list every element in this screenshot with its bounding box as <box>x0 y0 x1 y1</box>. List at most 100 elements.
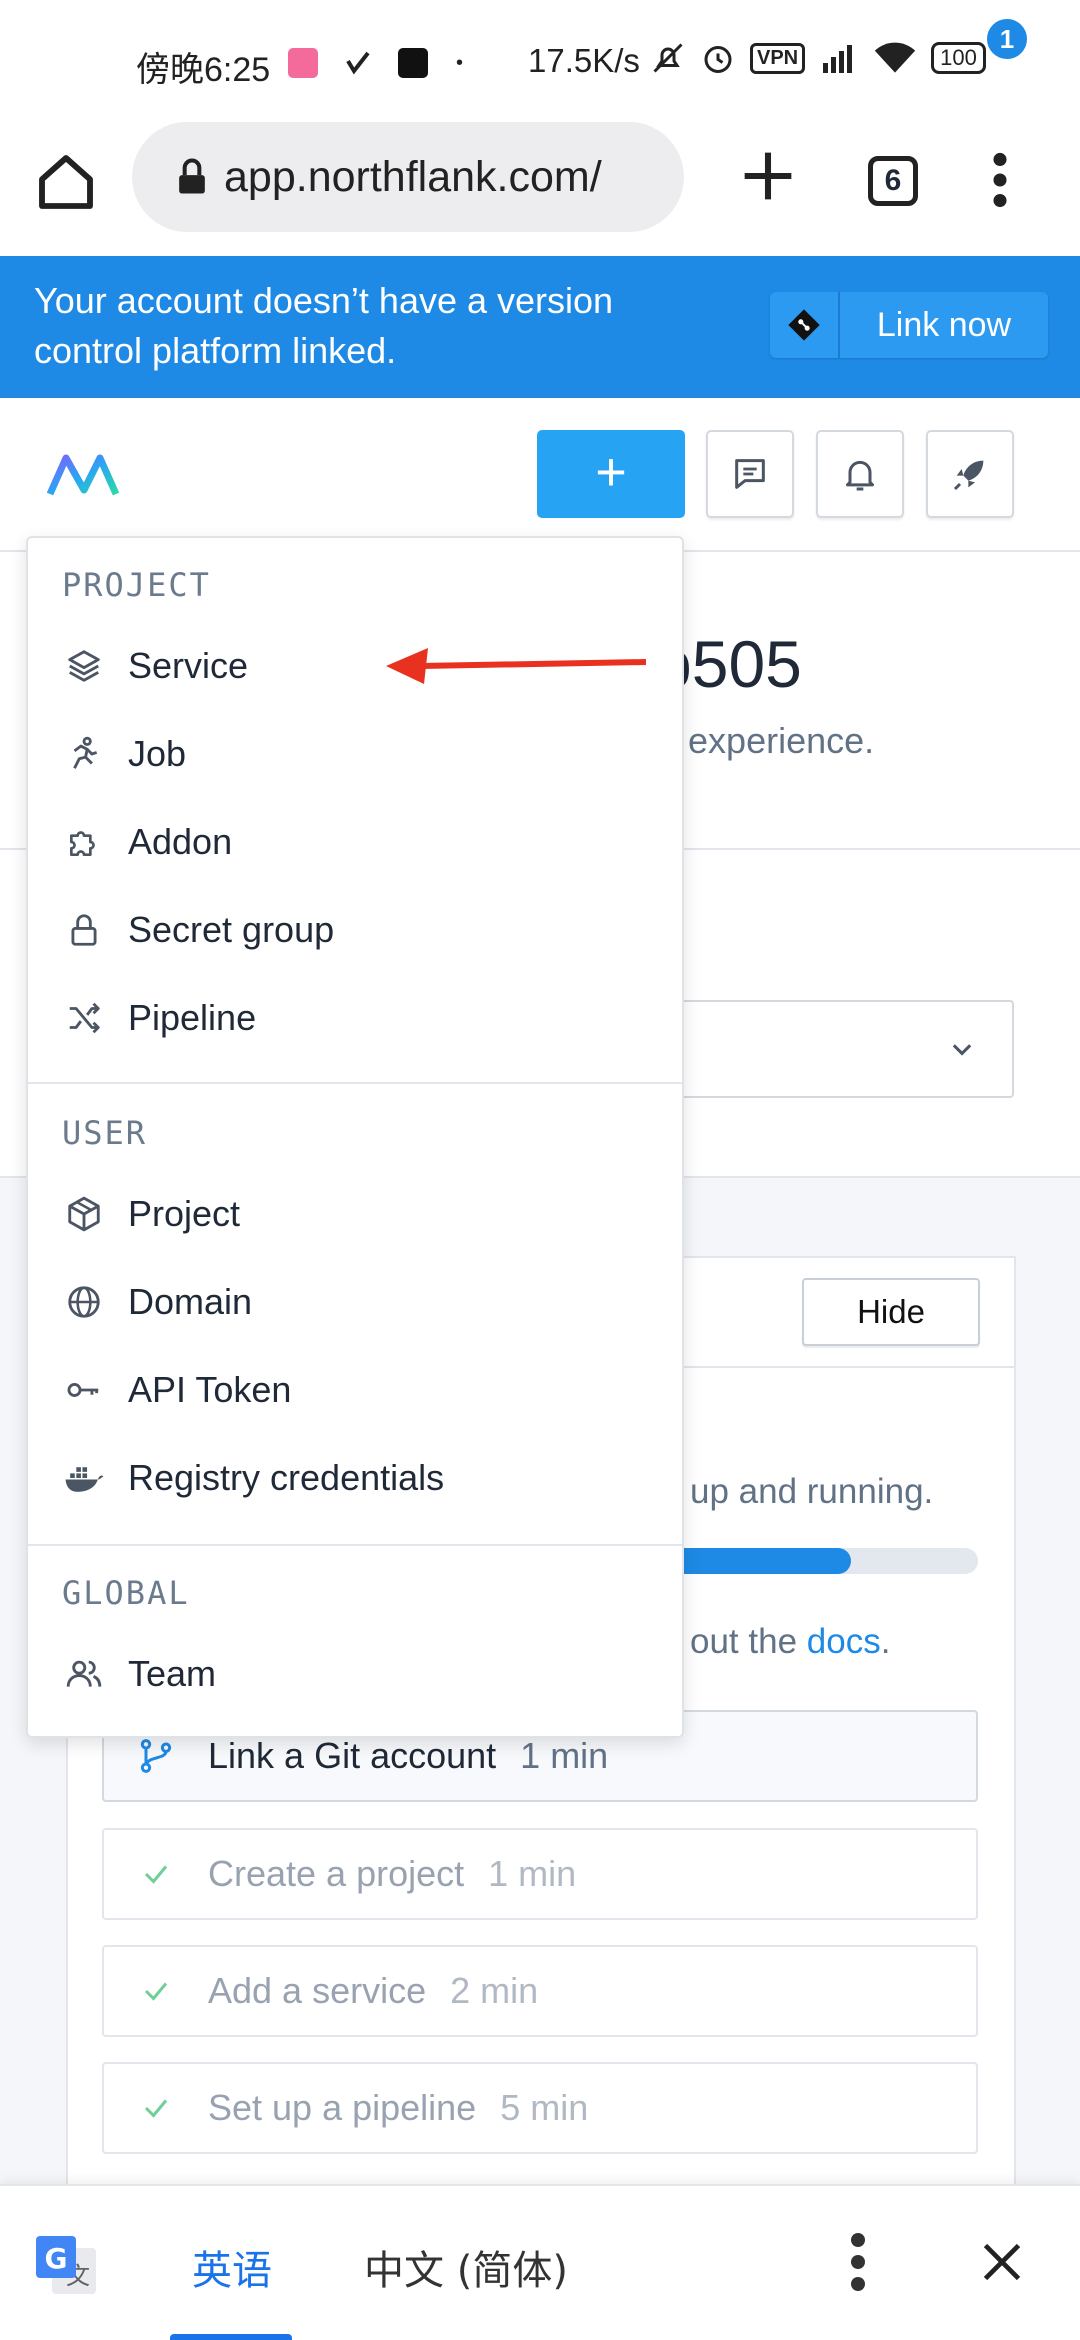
git-icon <box>770 292 840 358</box>
vpn-icon: VPN <box>750 42 806 74</box>
step-create-project[interactable]: Create a project 1 min <box>102 1828 978 1920</box>
menu-divider <box>28 1082 682 1084</box>
menu-item-label: Secret group <box>128 909 335 950</box>
url-bar[interactable]: app.northflank.com/ <box>132 122 684 232</box>
terminal-notification-icon <box>398 48 428 78</box>
target-language-tab[interactable]: 中文 (简体) <box>364 2238 568 2296</box>
google-translate-icon[interactable]: 文 G <box>34 2234 98 2298</box>
source-language-tab[interactable]: 英语 <box>192 2238 272 2296</box>
step-add-service[interactable]: Add a service 2 min <box>102 1945 978 2037</box>
url-text: app.northflank.com/ <box>224 152 602 201</box>
new-tab-icon[interactable] <box>740 148 796 204</box>
vcs-banner: Your account doesn’t have a version cont… <box>0 256 1080 398</box>
shuffle-icon <box>64 998 104 1038</box>
key-icon <box>64 1370 104 1410</box>
menu-item-api-token[interactable]: API Token <box>28 1350 682 1430</box>
feedback-button[interactable] <box>706 430 794 518</box>
menu-item-secret-group[interactable]: Secret group <box>28 890 682 970</box>
notifications-button[interactable] <box>816 430 904 518</box>
step-name: Set up a pipeline <box>208 2087 477 2128</box>
check-icon <box>104 2093 208 2123</box>
annotation-arrow-icon <box>386 648 647 684</box>
mute-icon <box>653 43 683 73</box>
check-notification-icon <box>346 51 370 75</box>
menu-item-team[interactable]: Team <box>28 1634 682 1714</box>
link-now-button[interactable]: Link now <box>770 292 1048 358</box>
close-icon[interactable] <box>980 2240 1024 2284</box>
step-time: 2 min <box>450 1970 539 2011</box>
step-time: 1 min <box>520 1735 609 1776</box>
rocket-icon <box>953 460 984 491</box>
status-bar: 傍晚6:25 • 17.5K/s VPN 100 <box>0 0 1080 120</box>
browser-toolbar: app.northflank.com/ 6 <box>0 120 1080 256</box>
link-now-label: Link now <box>876 305 1012 344</box>
browser-menu-icon[interactable] <box>990 152 1010 208</box>
menu-item-label: Domain <box>128 1281 253 1322</box>
check-icon <box>104 1976 208 2006</box>
onboarding-progress <box>660 1548 978 1574</box>
wifi-icon <box>874 42 916 73</box>
menu-item-project[interactable]: Project <box>28 1174 682 1254</box>
menu-item-label: Addon <box>128 821 233 862</box>
menu-item-job[interactable]: Job <box>28 714 682 794</box>
translate-bar: 文 G 英语 中文 (简体) <box>0 2184 1080 2340</box>
dot-icon: • <box>456 51 464 74</box>
intro-text: up and running. <box>690 1472 934 1511</box>
bell-icon <box>846 460 874 491</box>
tab-switcher-button[interactable]: 6 <box>868 156 918 206</box>
step-name: Create a project <box>208 1853 465 1894</box>
network-speed: 17.5K/s <box>528 42 640 79</box>
docs-suffix: . <box>880 1622 891 1661</box>
notification-icons: • <box>288 48 463 78</box>
running-icon <box>64 734 104 774</box>
selected-tab-indicator <box>170 2334 292 2340</box>
create-button[interactable]: + <box>537 430 685 518</box>
step-setup-pipeline[interactable]: Set up a pipeline 5 min <box>102 2062 978 2154</box>
docs-link[interactable]: docs <box>807 1622 881 1661</box>
menu-item-label: Job <box>128 733 187 774</box>
menu-item-domain[interactable]: Domain <box>28 1262 682 1342</box>
menu-divider <box>28 1544 682 1546</box>
section-heading-global: GLOBAL <box>62 1574 190 1612</box>
menu-item-label: Registry credentials <box>128 1457 445 1498</box>
menu-item-label: Project <box>128 1193 241 1234</box>
menu-item-label: API Token <box>128 1369 292 1410</box>
docker-icon <box>64 1458 104 1498</box>
puzzle-icon <box>64 822 104 862</box>
section-heading-project: PROJECT <box>62 566 211 604</box>
step-name: Add a service <box>208 1970 427 2011</box>
getting-started-button[interactable] <box>926 430 1014 518</box>
notification-badge: 1 <box>984 16 1030 62</box>
step-time: 5 min <box>500 2087 589 2128</box>
menu-item-label: Service <box>128 645 249 686</box>
cube-icon <box>64 1194 104 1234</box>
layers-icon <box>64 646 104 686</box>
lock-icon <box>64 910 104 950</box>
section-heading-user: USER <box>62 1114 148 1152</box>
status-time: 傍晚6:25 <box>136 51 271 89</box>
lock-icon <box>179 158 205 194</box>
hide-button[interactable]: Hide <box>802 1278 980 1346</box>
signal-icon <box>823 45 853 73</box>
check-icon <box>104 1859 208 1889</box>
step-name: Link a Git account <box>208 1735 497 1776</box>
menu-item-label: Team <box>128 1653 217 1694</box>
menu-item-pipeline[interactable]: Pipeline <box>28 978 682 1058</box>
system-icons: VPN 100 <box>650 40 986 76</box>
translate-menu-icon[interactable] <box>848 2232 868 2292</box>
message-icon <box>735 459 765 489</box>
docs-text: out the docs. <box>690 1622 890 1662</box>
menu-item-label: Pipeline <box>128 997 257 1038</box>
docs-prefix: out the <box>690 1622 807 1661</box>
users-icon <box>64 1654 104 1694</box>
battery-icon: 100 <box>931 42 986 74</box>
northflank-logo[interactable] <box>44 448 122 504</box>
app-header: + <box>0 398 1080 552</box>
alarm-icon <box>704 46 732 73</box>
menu-item-registry-credentials[interactable]: Registry credentials <box>28 1438 682 1518</box>
git-branch-icon <box>104 1736 208 1776</box>
banner-message: Your account doesn’t have a version cont… <box>34 280 614 371</box>
progress-fill <box>660 1548 851 1574</box>
menu-item-addon[interactable]: Addon <box>28 802 682 882</box>
home-icon[interactable] <box>34 150 98 214</box>
